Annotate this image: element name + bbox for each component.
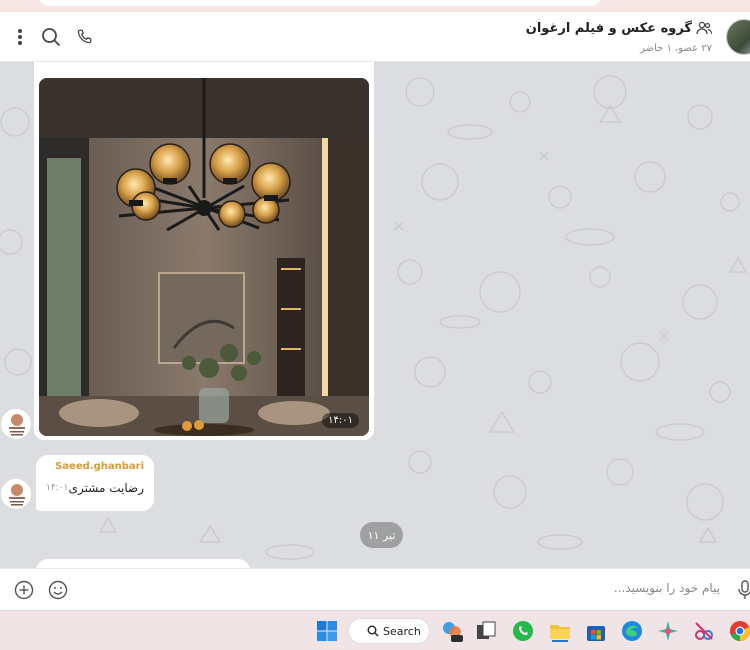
chat-subtitle: ۲۷ عضو، ۱ حاضر — [640, 43, 712, 54]
sender-avatar[interactable] — [0, 478, 32, 510]
search-icon[interactable] — [39, 25, 63, 49]
chat-title: گروه عکس و فیلم ارغوان — [526, 21, 712, 36]
window-top-strip — [0, 0, 750, 12]
snipping-icon[interactable] — [692, 619, 716, 643]
chat-title-block[interactable]: گروه عکس و فیلم ارغوان ۲۷ عضو، ۱ حاضر — [526, 20, 712, 54]
whatsapp-icon[interactable] — [511, 619, 535, 643]
chat-header: گروه عکس و فیلم ارغوان ۲۷ عضو، ۱ حاضر — [0, 12, 750, 62]
microphone-icon[interactable] — [734, 579, 750, 601]
start-icon[interactable] — [315, 619, 339, 643]
store-icon[interactable] — [584, 619, 608, 643]
chrome-icon[interactable] — [728, 619, 750, 643]
photo-time: ۱۴:۰۱ — [322, 413, 359, 428]
more-options-icon[interactable] — [8, 25, 32, 49]
group-avatar[interactable] — [726, 19, 750, 55]
message-time: ۱۴:۰۱ — [46, 483, 69, 493]
message-text: رضایت مشتری — [68, 481, 144, 495]
taskbar-search-label: Search — [383, 624, 421, 638]
taskbar-search[interactable]: Search — [348, 618, 430, 644]
photos-icon[interactable] — [656, 619, 680, 643]
date-separator: ۱۱ تیر — [360, 522, 403, 548]
chat-title-text: گروه عکس و فیلم ارغوان — [525, 20, 692, 36]
search-icon — [367, 625, 379, 637]
text-message-bubble[interactable]: Saeed.ghanbari رضایت مشتری ۱۴:۰۱ — [36, 455, 154, 511]
message-sender[interactable]: Saeed.ghanbari — [55, 461, 144, 472]
windows-taskbar: Search — [0, 610, 750, 650]
top-tab-strip — [40, 0, 600, 6]
copilot-icon[interactable] — [440, 619, 464, 643]
emoji-icon[interactable] — [47, 579, 69, 601]
chandelier-image — [39, 78, 369, 436]
phone-icon[interactable] — [72, 25, 96, 49]
group-icon — [696, 21, 712, 35]
attach-icon[interactable] — [13, 579, 35, 601]
sender-avatar[interactable] — [0, 408, 32, 440]
message-input[interactable]: پیام خود را بنویسید... — [614, 581, 720, 595]
edge-icon[interactable] — [620, 619, 644, 643]
file-explorer-icon[interactable] — [548, 619, 572, 643]
chandelier-photo[interactable]: ۱۴:۰۱ — [39, 78, 369, 436]
task-view-icon[interactable] — [474, 619, 498, 643]
message-composer: پیام خود را بنویسید... — [0, 568, 750, 610]
next-message-bubble[interactable] — [36, 559, 250, 568]
chat-area[interactable]: ۱۴:۰۱ Saeed.ghanbari رضایت مشتری ۱۴:۰۱ ۱… — [0, 62, 750, 568]
photo-message-bubble[interactable]: ۱۴:۰۱ — [34, 62, 374, 440]
